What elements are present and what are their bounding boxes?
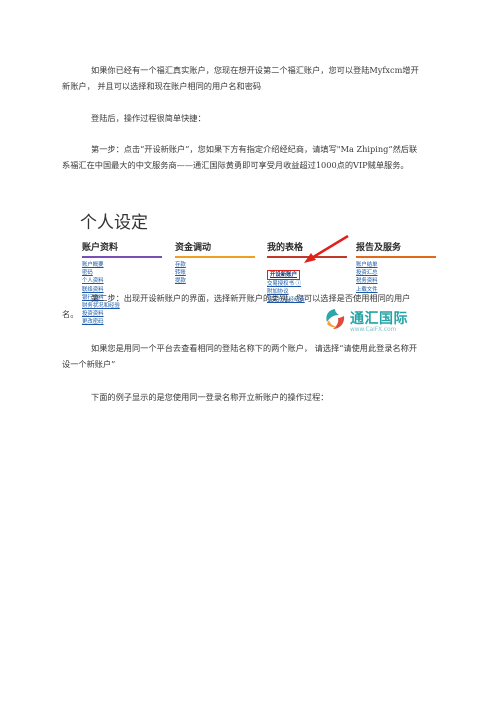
column-header-account-info: 账户资料 — [82, 240, 162, 258]
link-transfer[interactable]: 转账 — [175, 269, 255, 277]
link-password[interactable]: 密码 — [82, 269, 162, 277]
link-report-1[interactable]: 账户结单 — [356, 261, 436, 269]
column-header-funds: 资金调动 — [175, 240, 255, 258]
pointer-arrow-icon — [304, 234, 349, 263]
link-withdraw[interactable]: 提款 — [175, 277, 255, 285]
column-header-reports: 报告及服务 — [356, 240, 436, 258]
settings-title: 个人设定 — [80, 213, 148, 233]
link-account-overview[interactable]: 账户概要 — [82, 261, 162, 269]
link-deposit[interactable]: 存款 — [175, 261, 255, 269]
paragraph-step2: 第二步：出现开设新账户的界面，选择新开账户的类别。您可以选择是否使用相同的用户名… — [62, 293, 411, 319]
paragraph-example: 下面的例子显示的是您使用同一登录名称开立新账户的操作过程： — [91, 392, 329, 402]
paragraph-step1: 第一步：点击“开设新账户”，您如果下方有指定介绍经纪商，请填写"Ma Zhipi… — [62, 144, 418, 170]
link-report-3[interactable]: 税务资料 — [356, 277, 436, 285]
arrow-head — [304, 253, 316, 263]
link-report-2[interactable]: 投资汇总 — [356, 269, 436, 277]
link-open-new-account[interactable]: 开设新账户 — [267, 270, 300, 280]
column-funds: 资金调动 存款 转账 提款 — [175, 240, 255, 286]
paragraph-same-login: 如果您是用同一个平台去查看相同的登陆名称下的两个账户， 请选择“请使用此登录名称… — [62, 343, 418, 369]
document-page: 如果你已经有一个福汇真实账户，您现在想开设第二个福汇账户，您可以登陆Myfxcm… — [0, 0, 496, 702]
link-personal-info[interactable]: 个人资料 — [82, 277, 162, 285]
paragraph-intro: 如果你已经有一个福汇真实账户，您现在想开设第二个福汇账户，您可以登陆Myfxcm… — [62, 65, 419, 91]
logo-url: www.CaiFX.com — [350, 327, 397, 333]
column-reports: 报告及服务 账户结单 投资汇总 税务资料 上载文件 — [356, 240, 436, 294]
arrow-shaft — [309, 234, 349, 261]
link-form-2[interactable]: 交易授权书 ⓘ — [267, 280, 347, 288]
settings-screenshot: 个人设定 账户资料 账户概要 密码 个人资料 联络资料 银行资料 财务状况和经验… — [80, 208, 436, 358]
paragraph-after-login: 登陆后，操作过程很简单快捷： — [91, 113, 206, 123]
